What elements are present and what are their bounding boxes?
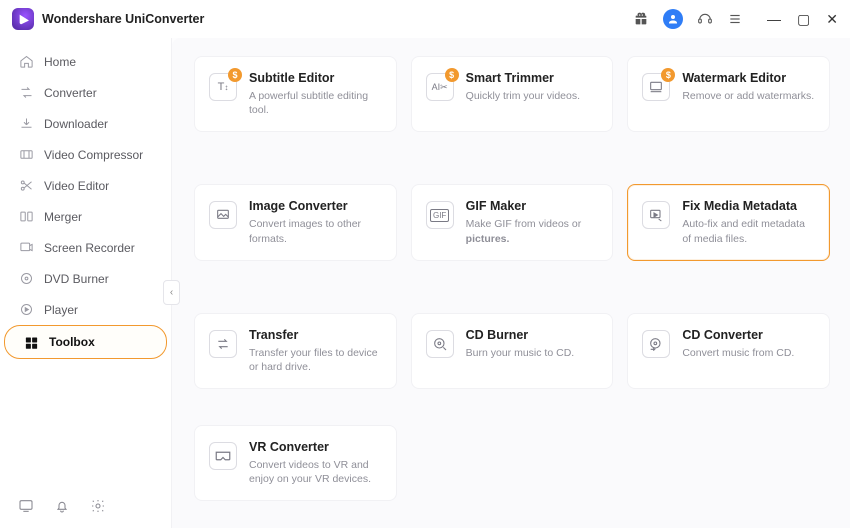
merge-icon: [18, 209, 34, 225]
tool-desc: Quickly trim your videos.: [466, 89, 580, 103]
window-maximize[interactable]: ▢: [797, 11, 810, 28]
compress-icon: [18, 147, 34, 163]
vr-icon: [209, 442, 237, 470]
content-area: T↕ $ Subtitle Editor A powerful subtitle…: [172, 38, 850, 528]
tool-desc: Burn your music to CD.: [466, 346, 575, 360]
sidebar-item-label: DVD Burner: [44, 272, 109, 286]
tool-title: Watermark Editor: [682, 71, 814, 85]
app-title: Wondershare UniConverter: [42, 12, 204, 26]
record-icon: [18, 240, 34, 256]
tool-card-vr-converter[interactable]: VR Converter Convert videos to VR and en…: [194, 425, 397, 501]
image-icon: [209, 201, 237, 229]
window-minimize[interactable]: —: [767, 11, 781, 28]
sidebar-item-label: Video Editor: [44, 179, 109, 193]
tool-title: Fix Media Metadata: [682, 199, 815, 213]
sidebar-item-video-compressor[interactable]: Video Compressor: [0, 139, 171, 170]
menu-icon[interactable]: [727, 11, 743, 27]
sidebar-item-label: Downloader: [44, 117, 108, 131]
scissors-icon: [18, 178, 34, 194]
tool-title: Image Converter: [249, 199, 382, 213]
tool-desc: Transfer your files to device or hard dr…: [249, 346, 382, 374]
tool-card-smart-trimmer[interactable]: AI✂ $ Smart Trimmer Quickly trim your vi…: [411, 56, 614, 132]
home-icon: [18, 54, 34, 70]
tool-title: VR Converter: [249, 440, 382, 454]
account-avatar[interactable]: [663, 9, 683, 29]
sidebar-item-label: Video Compressor: [44, 148, 143, 162]
disc-icon: [18, 271, 34, 287]
sidebar-item-video-editor[interactable]: Video Editor: [0, 170, 171, 201]
download-icon: [18, 116, 34, 132]
sidebar-item-label: Player: [44, 303, 78, 317]
tool-title: CD Converter: [682, 328, 794, 342]
cd-convert-icon: [642, 330, 670, 358]
tool-desc: Convert videos to VR and enjoy on your V…: [249, 458, 382, 486]
tool-title: GIF Maker: [466, 199, 599, 213]
tool-desc: A powerful subtitle editing tool.: [249, 89, 382, 117]
sidebar-item-label: Toolbox: [49, 335, 95, 349]
tool-title: Smart Trimmer: [466, 71, 580, 85]
sidebar-item-toolbox[interactable]: Toolbox: [4, 325, 167, 359]
sidebar-item-downloader[interactable]: Downloader: [0, 108, 171, 139]
window-close[interactable]: ✕: [826, 11, 838, 28]
sidebar-item-label: Screen Recorder: [44, 241, 135, 255]
converter-icon: [18, 85, 34, 101]
sidebar-item-converter[interactable]: Converter: [0, 77, 171, 108]
tool-card-watermark-editor[interactable]: $ Watermark Editor Remove or add waterma…: [627, 56, 830, 132]
tool-card-cd-burner[interactable]: CD Burner Burn your music to CD.: [411, 313, 614, 389]
feedback-icon[interactable]: [18, 498, 34, 514]
watermark-icon: $: [642, 73, 670, 101]
tool-desc: Make GIF from videos or pictures.: [466, 217, 599, 245]
sidebar-item-label: Home: [44, 55, 76, 69]
title-bar: Wondershare UniConverter — ▢ ✕: [0, 0, 850, 38]
premium-badge: $: [445, 68, 459, 82]
premium-badge: $: [661, 68, 675, 82]
settings-icon[interactable]: [90, 498, 106, 514]
premium-badge: $: [228, 68, 242, 82]
sidebar-item-home[interactable]: Home: [0, 46, 171, 77]
trimmer-icon: AI✂ $: [426, 73, 454, 101]
sidebar-item-dvd-burner[interactable]: DVD Burner: [0, 263, 171, 294]
tool-card-gif-maker[interactable]: GIF GIF Maker Make GIF from videos or pi…: [411, 184, 614, 260]
tool-desc: Auto-fix and edit metadata of media file…: [682, 217, 815, 245]
tool-card-fix-media-metadata[interactable]: Fix Media Metadata Auto-fix and edit met…: [627, 184, 830, 260]
sidebar-item-player[interactable]: Player: [0, 294, 171, 325]
play-icon: [18, 302, 34, 318]
sidebar-item-label: Merger: [44, 210, 82, 224]
tool-title: Transfer: [249, 328, 382, 342]
support-icon[interactable]: [697, 11, 713, 27]
subtitle-icon: T↕ $: [209, 73, 237, 101]
sidebar-collapse-handle[interactable]: ‹: [163, 280, 180, 305]
tool-card-image-converter[interactable]: Image Converter Convert images to other …: [194, 184, 397, 260]
tool-card-cd-converter[interactable]: CD Converter Convert music from CD.: [627, 313, 830, 389]
gift-icon[interactable]: [633, 11, 649, 27]
metadata-icon: [642, 201, 670, 229]
app-logo: [12, 8, 34, 30]
tool-title: Subtitle Editor: [249, 71, 382, 85]
transfer-icon: [209, 330, 237, 358]
tool-card-subtitle-editor[interactable]: T↕ $ Subtitle Editor A powerful subtitle…: [194, 56, 397, 132]
gif-icon: GIF: [426, 201, 454, 229]
toolbox-icon: [23, 334, 39, 350]
cd-burn-icon: [426, 330, 454, 358]
sidebar-item-screen-recorder[interactable]: Screen Recorder: [0, 232, 171, 263]
tool-desc: Convert images to other formats.: [249, 217, 382, 245]
notification-icon[interactable]: [54, 498, 70, 514]
tool-card-transfer[interactable]: Transfer Transfer your files to device o…: [194, 313, 397, 389]
sidebar-item-label: Converter: [44, 86, 97, 100]
tool-desc: Remove or add watermarks.: [682, 89, 814, 103]
tool-desc: Convert music from CD.: [682, 346, 794, 360]
sidebar-item-merger[interactable]: Merger: [0, 201, 171, 232]
sidebar: Home Converter Downloader Video Compress…: [0, 38, 172, 528]
tool-title: CD Burner: [466, 328, 575, 342]
